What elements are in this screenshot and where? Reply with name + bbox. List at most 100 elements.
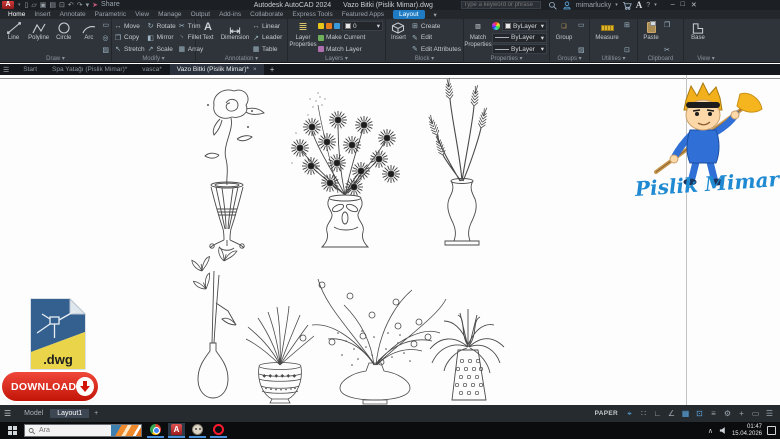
- open-file-icon[interactable]: ▱: [31, 1, 36, 9]
- close-tab-icon[interactable]: ×: [253, 64, 257, 75]
- paper-space-label[interactable]: PAPER: [595, 410, 618, 417]
- polyline-button[interactable]: Polyline: [27, 20, 50, 55]
- groups-panel-dropdown-icon[interactable]: ▾: [579, 56, 582, 62]
- group-button[interactable]: ❑Group: [552, 20, 576, 55]
- ungroup-icon[interactable]: ▭: [578, 21, 585, 29]
- share-icon[interactable]: ➤: [92, 1, 98, 9]
- file-tab-vasca[interactable]: vasca*: [135, 64, 169, 75]
- properties-panel-dropdown-icon[interactable]: ▾: [520, 56, 523, 62]
- groups-panel-label[interactable]: Groups: [557, 56, 577, 62]
- cart-icon[interactable]: [622, 1, 632, 10]
- ribbon-tab-insert[interactable]: Insert: [34, 11, 50, 18]
- vase-daisy-bouquet[interactable]: [291, 92, 400, 247]
- ribbon-tab-output[interactable]: Output: [191, 11, 211, 18]
- ribbon-tab-home[interactable]: Home: [8, 11, 25, 18]
- match-properties-button[interactable]: ▨Match Properties: [466, 20, 490, 55]
- rotate-button[interactable]: ↻Rotate: [147, 21, 176, 31]
- base-button[interactable]: Base: [686, 20, 710, 55]
- layer-select[interactable]: 0▾: [342, 21, 383, 31]
- view-panel-label[interactable]: View: [697, 56, 710, 62]
- layer-on-icon[interactable]: [318, 23, 324, 29]
- match-layer-button[interactable]: Match Layer: [318, 44, 383, 54]
- isolate-objects-icon[interactable]: ▭: [749, 409, 762, 418]
- ribbon-tab-collaborate[interactable]: Collaborate: [250, 11, 283, 18]
- layers-panel-dropdown-icon[interactable]: ▾: [345, 56, 348, 62]
- layer-lock-icon[interactable]: [334, 23, 340, 29]
- layer-properties-button[interactable]: ≣Layer Properties: [290, 20, 316, 55]
- opera-app-button[interactable]: [210, 423, 227, 438]
- properties-panel-label[interactable]: Properties: [490, 56, 517, 62]
- group-edit-icon[interactable]: ▨: [578, 46, 585, 54]
- workspace-gear-icon[interactable]: ⚙: [721, 409, 734, 418]
- utilities-panel-dropdown-icon[interactable]: ▾: [623, 56, 626, 62]
- scale-button[interactable]: ↗Scale: [147, 44, 176, 54]
- modify-panel-label[interactable]: Modify: [142, 56, 160, 62]
- vase-grass-pot[interactable]: [246, 306, 314, 403]
- close-button[interactable]: ✕: [691, 1, 697, 9]
- table-button[interactable]: ▦Table: [252, 44, 282, 54]
- autodesk-apps-icon[interactable]: A: [636, 0, 643, 10]
- vase-rose-trumpet[interactable]: [205, 90, 264, 250]
- annotation-panel-label[interactable]: Annotation: [225, 56, 254, 62]
- minimize-button[interactable]: –: [671, 1, 675, 9]
- lineweight-select[interactable]: ByLayer▾: [492, 33, 547, 43]
- grid-status-icon[interactable]: ▦: [679, 409, 692, 418]
- model-tab[interactable]: Model: [17, 409, 50, 418]
- app-menu-dropdown-icon[interactable]: ▾: [18, 2, 21, 8]
- layer-freeze-icon[interactable]: [326, 23, 332, 29]
- save-icon[interactable]: ▣: [40, 1, 47, 9]
- volume-icon[interactable]: [718, 422, 727, 439]
- file-tab-menu-icon[interactable]: ☰: [3, 66, 9, 74]
- ortho-status-icon[interactable]: ∟: [651, 409, 664, 418]
- file-tab-spa-yatagi[interactable]: Spa Yatağı (Pislik Mimar)*: [45, 64, 134, 75]
- vase-dracaena[interactable]: [430, 309, 504, 400]
- ribbon-tab-parametric[interactable]: Parametric: [95, 11, 126, 18]
- file-tab-start[interactable]: Start: [16, 64, 44, 75]
- help-search-input[interactable]: [461, 1, 541, 9]
- stretch-button[interactable]: ↖Stretch: [114, 44, 145, 54]
- arc-button[interactable]: Arc: [77, 20, 100, 55]
- help-dropdown-icon[interactable]: ▾: [654, 2, 657, 8]
- osnap-status-icon[interactable]: ⊡: [693, 409, 706, 418]
- edit-block-button[interactable]: ✎Edit: [411, 33, 461, 43]
- ribbon-tab-featured-apps[interactable]: Featured Apps: [342, 11, 384, 18]
- save-as-icon[interactable]: ▤: [49, 1, 56, 9]
- ribbon-tab-annotate[interactable]: Annotate: [60, 11, 86, 18]
- layout1-tab[interactable]: Layout1: [50, 409, 89, 418]
- ribbon-options-icon[interactable]: ▾: [434, 11, 437, 19]
- vase-bud-lilies[interactable]: [192, 247, 237, 398]
- chrome-app-button[interactable]: [147, 423, 164, 438]
- file-tab-vazo-bitki[interactable]: Vazo Bitki (Pislik Mimar)*×: [170, 64, 264, 75]
- tray-expand-icon[interactable]: ∧: [708, 427, 713, 435]
- color-wheel-icon[interactable]: [492, 22, 500, 30]
- taskbar-search-input[interactable]: [39, 427, 99, 434]
- qat-dropdown-icon[interactable]: ▾: [86, 1, 90, 9]
- vase-wheat[interactable]: [426, 78, 489, 245]
- redo-icon[interactable]: ↷: [77, 1, 83, 9]
- snap-status-icon[interactable]: ∷: [637, 409, 650, 418]
- layers-panel-label[interactable]: Layers: [325, 56, 343, 62]
- insert-button[interactable]: Insert: [388, 20, 409, 55]
- rectangle-tool-icon[interactable]: ▭: [102, 21, 109, 29]
- block-panel-label[interactable]: Block: [415, 56, 430, 62]
- copy-clip-icon[interactable]: ❐: [664, 21, 670, 29]
- user-dropdown-icon[interactable]: ▾: [615, 2, 618, 8]
- download-button[interactable]: DOWNLOAD: [2, 372, 98, 401]
- make-current-button[interactable]: Make Current: [318, 33, 383, 43]
- measure-button[interactable]: Measure: [592, 20, 622, 55]
- cut-clip-icon[interactable]: ✂: [664, 46, 670, 54]
- object-color-select[interactable]: ByLayer▾: [502, 21, 547, 31]
- id-point-icon[interactable]: ⊡: [624, 46, 630, 54]
- circle-button[interactable]: Circle: [52, 20, 75, 55]
- line-button[interactable]: Line: [2, 20, 25, 55]
- ribbon-tab-view[interactable]: View: [135, 11, 149, 18]
- undo-icon[interactable]: ↶: [68, 1, 74, 9]
- modify-panel-dropdown-icon[interactable]: ▾: [162, 56, 165, 62]
- share-label[interactable]: Share: [101, 1, 120, 9]
- linear-button[interactable]: ↔Linear: [252, 21, 282, 31]
- text-button[interactable]: AText: [198, 20, 218, 55]
- create-block-button[interactable]: ⊞Create: [411, 21, 461, 31]
- ribbon-tab-manage[interactable]: Manage: [158, 11, 182, 18]
- annotation-scale-icon[interactable]: +: [735, 409, 748, 418]
- notification-center-icon[interactable]: [767, 426, 776, 435]
